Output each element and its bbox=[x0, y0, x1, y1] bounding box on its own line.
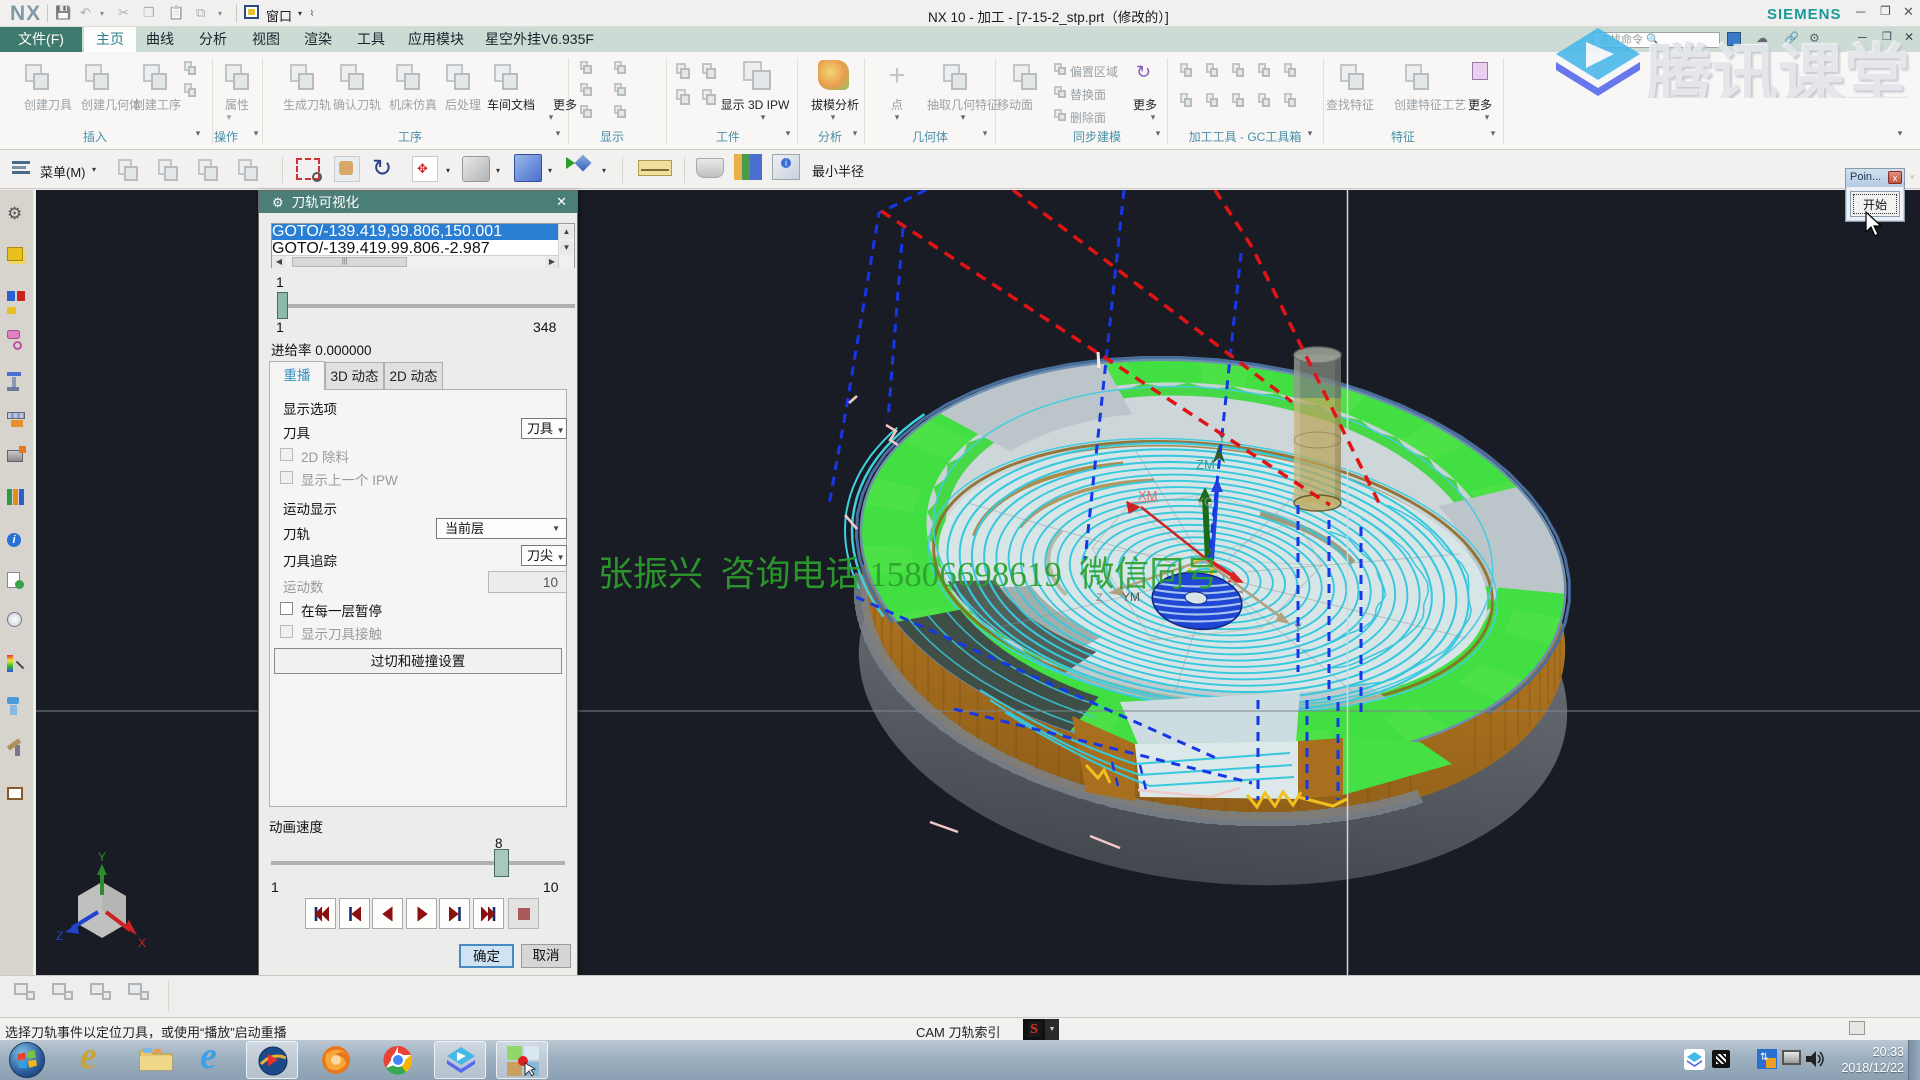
svg-text:YC: YC bbox=[1196, 495, 1213, 509]
svg-text:ZM: ZM bbox=[1196, 457, 1215, 472]
svg-text:X: X bbox=[138, 936, 146, 950]
svg-text:Z: Z bbox=[56, 929, 63, 943]
svg-text:Y: Y bbox=[98, 850, 106, 864]
